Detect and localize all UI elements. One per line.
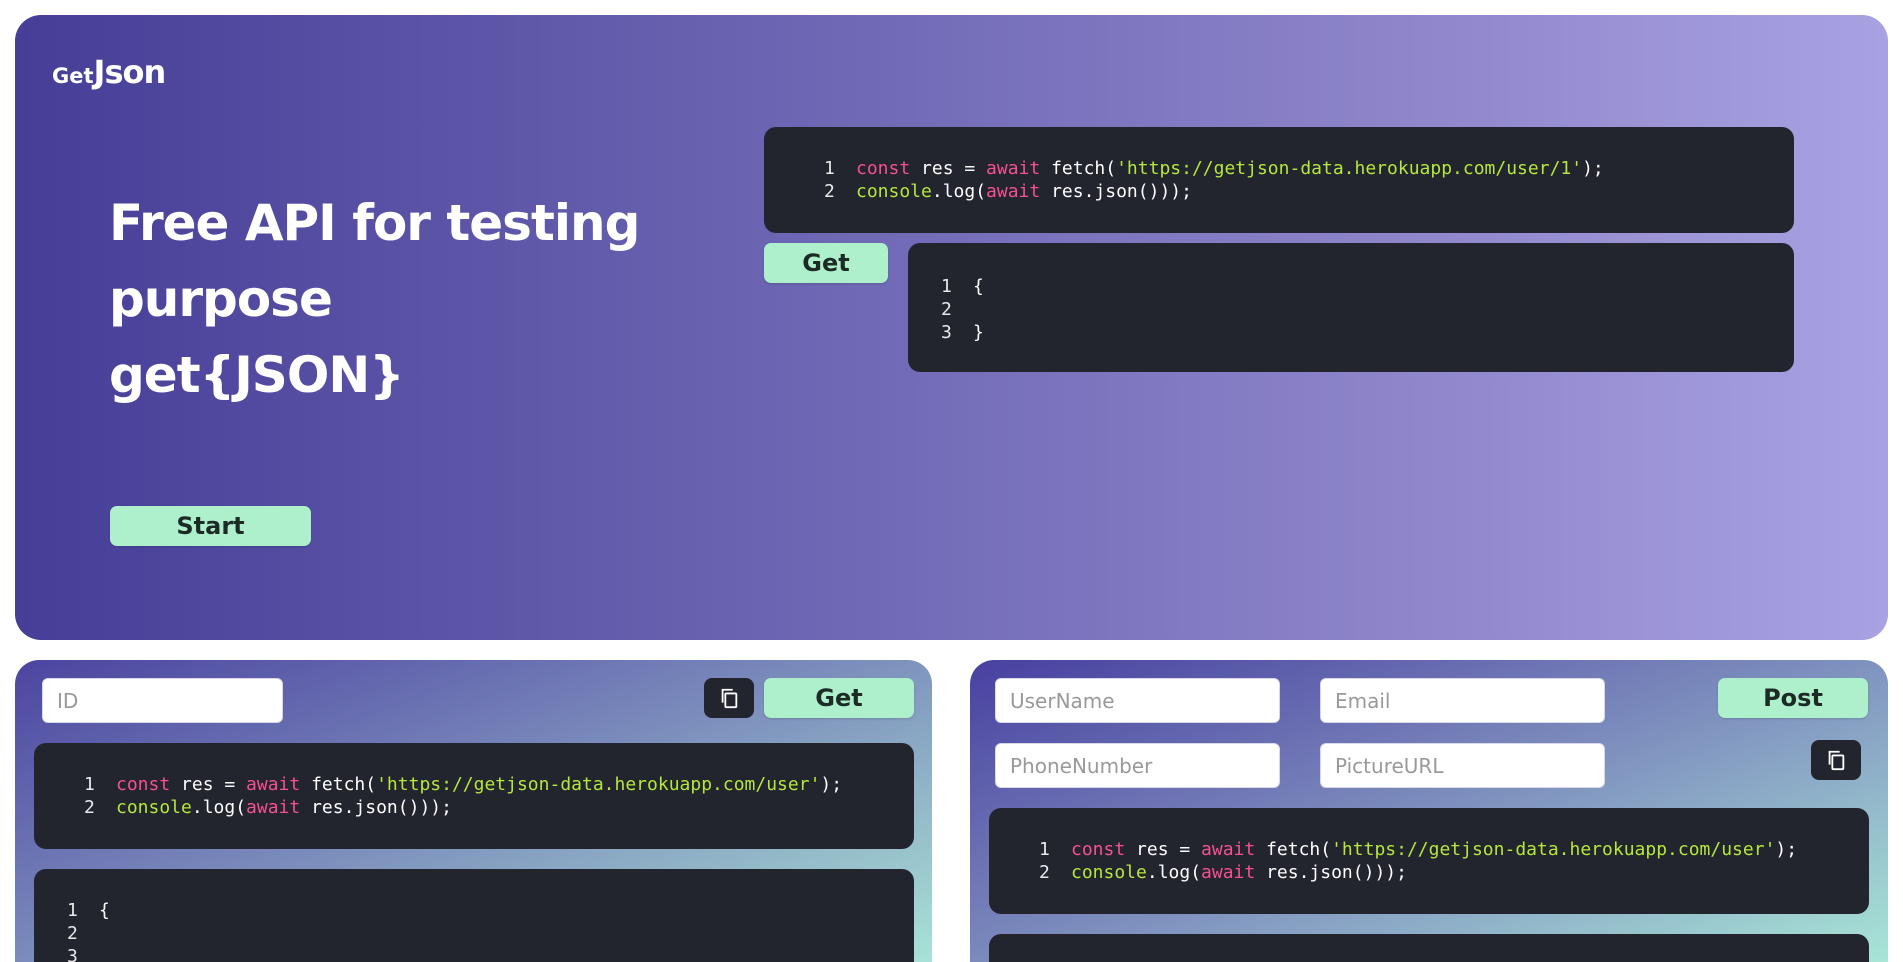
code-line: 2 console.log(await res.json())); [824,181,1192,202]
hero-title: Free API for testing purpose get{JSON} [109,185,669,413]
code-line: 1 const res = await fetch('https://getjso… [1039,839,1798,860]
code-line: 3} [941,322,984,343]
copy-icon [1828,750,1845,771]
post-response-code [989,934,1869,962]
hero-section: GetJson Free API for testing purpose get… [15,15,1888,640]
copy-button[interactable] [704,678,754,718]
picture-url-input[interactable]: PictureURL [1320,743,1605,788]
hero-response-code: 1{ 2 3} [908,243,1794,372]
get-response-code: 1{ 2 3 [34,869,914,962]
get-request-code: 1 const res = await fetch('https://getjso… [34,743,914,849]
logo-prefix: Get [52,64,94,88]
post-user-panel: UserName Email Post PhoneNumber PictureU… [970,660,1888,962]
hero-request-code: 1 const res = await fetch('https://getjso… [764,127,1794,233]
code-line: 1 const res = await fetch('https://getjso… [824,158,1604,179]
hero-title-line: get{JSON} [109,346,405,404]
code-line: 2 [67,923,78,944]
post-button[interactable]: Post [1718,678,1868,718]
hero-title-line: purpose [109,270,333,328]
email-input[interactable]: Email [1320,678,1605,723]
code-line: 2 console.log(await res.json())); [84,797,452,818]
code-line: 1{ [67,900,110,921]
post-request-code: 1 const res = await fetch('https://getjso… [989,808,1869,914]
phone-number-input[interactable]: PhoneNumber [995,743,1280,788]
hero-get-button[interactable]: Get [764,243,888,283]
get-user-panel: ID Get 1 const res = await fetch('https:/… [15,660,932,962]
code-line: 1{ [941,276,984,297]
start-button[interactable]: Start [110,506,311,546]
username-input[interactable]: UserName [995,678,1280,723]
copy-button[interactable] [1811,740,1861,780]
code-line: 1 const res = await fetch('https://getjso… [84,774,843,795]
code-line: 2 console.log(await res.json())); [1039,862,1407,883]
code-line: 3 [67,946,78,962]
copy-icon [721,688,738,709]
id-input[interactable]: ID [42,678,283,723]
hero-title-line: Free API for testing [109,194,640,252]
logo-main: Json [93,53,167,91]
code-line: 2 [941,299,952,320]
logo[interactable]: GetJson [52,53,167,91]
get-button[interactable]: Get [764,678,914,718]
